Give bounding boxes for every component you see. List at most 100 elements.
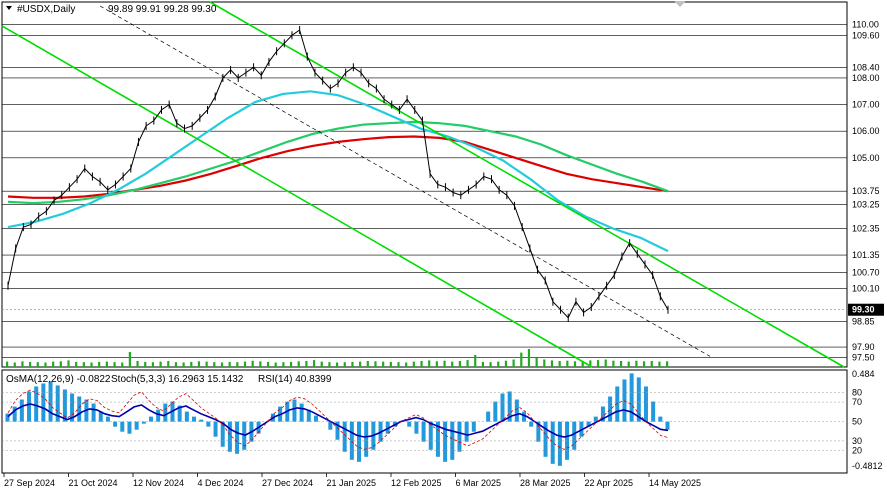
volume-bar [535,358,538,367]
volume-bar [128,352,131,367]
osma-histogram-bar [134,421,139,430]
oscillator-axis-label: 20 [852,446,862,456]
price-axis-label: 98.85 [852,317,875,327]
osma-histogram-bar [651,401,656,422]
volume-bar [351,361,354,367]
volume-bar [82,362,85,367]
volume-bar [619,361,623,367]
volume-bar [336,362,339,367]
osma-histogram-bar [557,421,562,466]
volume-bar [312,360,316,367]
volume-bar [650,361,653,367]
volume-bar [174,362,178,367]
osma-histogram-bar [220,421,225,447]
volume-bar [627,361,630,367]
oscillator-axis-label: 70 [852,397,862,407]
osma-histogram-bar [77,396,82,422]
osma-indicator-label: OsMA(12,26,9) -0.0822 [6,374,111,385]
oscillator-axis-label: 0.484 [852,369,875,379]
volume-bar [512,359,515,367]
volume-bar [520,352,523,367]
volume-bar [397,362,400,367]
osma-histogram-bar [500,393,505,422]
osma-histogram-bar [414,421,419,434]
volume-bar [389,361,392,367]
volume-bar [36,362,39,367]
volume-bar [497,361,500,367]
volume-bar [366,361,369,367]
volume-bar [44,362,47,367]
volume-bar [159,361,162,367]
osma-histogram-bar [148,416,153,422]
volume-bar [359,361,362,367]
volume-bar [443,360,446,367]
volume-bar [405,362,408,367]
volume-bar [474,355,477,367]
oscillator-axis-label: -0.4812 [852,461,883,471]
price-axis-label: 100.70 [852,267,880,277]
volume-bar [228,361,231,367]
osma-histogram-bar [156,409,161,422]
volume-bar [481,361,485,367]
price-axis-label: 105.00 [852,153,880,163]
osma-histogram-bar [105,416,110,422]
osma-histogram-bar [486,411,491,422]
volume-bar [596,360,600,367]
ohlc-values: 99.89 99.91 99.28 99.30 [108,4,217,15]
current-price-label: 99.30 [852,305,875,315]
volume-bar [151,362,155,367]
osma-histogram-bar [41,383,46,422]
osma-histogram-bar [471,421,476,432]
x-axis-label: 21 Jan 2025 [327,478,377,488]
volume-bar [550,360,554,367]
osma-histogram-bar [407,421,412,427]
x-axis-label: 27 Dec 2024 [262,478,313,488]
x-axis-label: 28 Mar 2025 [520,478,571,488]
volume-bar [197,361,201,367]
osma-histogram-bar [27,391,32,422]
x-axis-label: 6 Mar 2025 [456,478,502,488]
volume-bar [13,362,16,367]
osma-histogram-bar [514,399,519,422]
price-axis-label: 100.10 [852,283,880,293]
volume-bar [328,362,331,367]
volume-bar [320,361,323,367]
x-axis-label: 4 Dec 2024 [198,478,244,488]
osma-histogram-bar [629,373,634,422]
volume-bar [266,361,270,367]
x-axis-label: 14 May 2025 [649,478,701,488]
price-axis-label: 103.25 [852,199,880,209]
chart-window: 110.00 109.60 108.40 108.00 107.00 106.00 105.… [0,0,887,490]
volume-bar [289,361,293,367]
volume-bar [604,359,607,367]
volume-bar [167,361,170,367]
osma-histogram-bar [428,421,433,450]
volume-bar [21,361,24,367]
volume-bar [67,360,70,367]
volume-bar [121,362,124,367]
volume-bar [205,361,208,367]
volume-bar [504,360,508,367]
volume-bar [558,361,561,367]
volume-bar [236,362,239,367]
volume-bar [75,361,78,367]
rsi-indicator-label: RSI(14) 40.8399 [258,374,332,385]
osma-histogram-bar [464,421,469,442]
volume-bar [282,362,285,367]
osma-histogram-bar [357,421,362,462]
osma-histogram-bar [457,421,462,452]
volume-bar [374,361,377,367]
osma-histogram-bar [91,403,96,422]
volume-bar [527,349,531,367]
volume-bar [543,359,546,367]
osma-histogram-bar [529,421,534,427]
osma-histogram-bar [141,421,146,424]
volume-bar [213,362,216,367]
volume-bar [635,360,638,367]
price-axis-label: 103.75 [852,186,880,196]
volume-bar [612,360,615,367]
osma-histogram-bar [421,421,426,442]
osma-histogram-bar [48,381,53,422]
volume-bar [343,362,346,367]
x-axis-label: 22 Apr 2025 [585,478,634,488]
